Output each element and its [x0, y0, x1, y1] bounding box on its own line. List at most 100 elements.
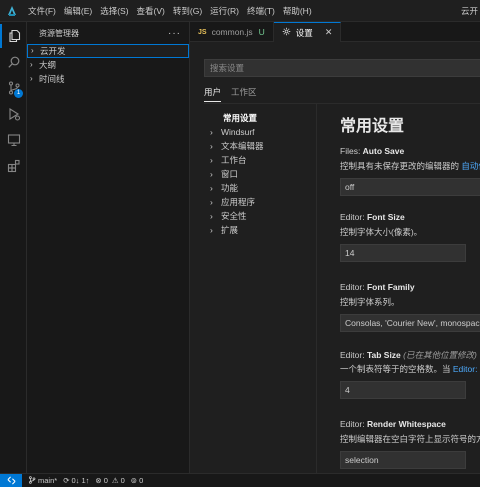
ports-count: 0	[139, 476, 144, 485]
menu-help[interactable]: 帮助(H)	[279, 0, 316, 22]
setting-link[interactable]: 自动保	[461, 161, 480, 171]
tab-size-input[interactable]: 4	[340, 381, 466, 399]
search-icon[interactable]	[0, 50, 27, 74]
setting-description: 控制具有未保存更改的编辑器的 自动保	[340, 160, 480, 172]
font-size-input[interactable]: 14	[340, 244, 466, 262]
modified-elsewhere-note: (已在其他位置修改)	[403, 350, 477, 360]
settings-editor: 搜索设置 用户 工作区 常用设置 › Windsurf › 文本编辑器 › 工作台 ›…	[190, 42, 480, 473]
gear-icon	[282, 27, 291, 38]
description-text: 控制具有未保存更改的编辑器的	[340, 161, 462, 171]
setting-description: 控制编辑器在空白字符上显示符号的方	[340, 434, 480, 444]
setting-description: 一个制表符等于的空格数。当 Editor: D	[340, 363, 480, 375]
menu-run[interactable]: 运行(R)	[206, 0, 243, 22]
chevron-right-icon: ›	[210, 183, 213, 193]
menu-view[interactable]: 查看(V)	[133, 0, 169, 22]
warning-count: 0	[120, 476, 125, 485]
setting-description: 控制字体系列。	[340, 297, 400, 307]
section-cloud-dev[interactable]: › 云开发	[27, 44, 189, 58]
chevron-right-icon: ›	[30, 74, 33, 83]
toc-label: 应用程序	[221, 197, 256, 207]
settings-list: 常用设置 Files: Auto Save 控制具有未保存更改的编辑器的 自动保…	[340, 112, 480, 469]
chevron-right-icon: ›	[31, 46, 34, 55]
toc-item-extensions[interactable]: › 扩展	[210, 223, 310, 237]
setting-name: Auto Save	[362, 146, 405, 156]
tab-common-js[interactable]: JS common.js U	[190, 22, 274, 42]
menu-go[interactable]: 转到(G)	[169, 0, 206, 22]
sync-status[interactable]: ⟳ 0↓ 1↑	[63, 476, 89, 485]
sync-counts: 0↓ 1↑	[71, 476, 90, 485]
menu-edit[interactable]: 编辑(E)	[60, 0, 96, 22]
remote-icon[interactable]	[0, 473, 22, 487]
chevron-right-icon: ›	[210, 197, 213, 207]
remote-explorer-icon[interactable]	[0, 128, 27, 152]
scm-badge: 1	[14, 89, 23, 98]
toc-item-security[interactable]: › 安全性	[210, 209, 310, 223]
scope-tabs: 用户 工作区	[204, 84, 267, 102]
toc-label: 窗口	[221, 169, 239, 179]
warning-icon: ⚠	[111, 476, 119, 485]
explorer-title: 资源管理器	[39, 28, 79, 38]
setting-render-whitespace: Editor: Render Whitespace 控制编辑器在空白字符上显示符…	[340, 419, 480, 469]
close-icon[interactable]: ✕	[325, 27, 333, 38]
setting-auto-save: Files: Auto Save 控制具有未保存更改的编辑器的 自动保 off	[340, 146, 480, 196]
toc-item-text-editor[interactable]: › 文本编辑器	[210, 139, 310, 153]
toc-label: 安全性	[221, 211, 247, 221]
toc-item-application[interactable]: › 应用程序	[210, 195, 310, 209]
chevron-right-icon: ›	[210, 225, 213, 235]
error-icon: ⊗	[95, 476, 102, 485]
toc-label: 文本编辑器	[221, 141, 264, 151]
more-actions-icon[interactable]: ···	[168, 28, 181, 39]
toc-item-features[interactable]: › 功能	[210, 181, 310, 195]
source-control-icon[interactable]: 1	[0, 76, 27, 100]
section-outline[interactable]: › 大纲	[27, 58, 189, 72]
javascript-file-icon: JS	[198, 28, 207, 36]
setting-name: Tab Size	[366, 350, 401, 360]
problems-status[interactable]: ⊗ 0 ⚠ 0	[95, 476, 124, 485]
chevron-right-icon: ›	[210, 141, 213, 151]
setting-name: Font Family	[366, 282, 415, 292]
tab-user[interactable]: 用户	[204, 84, 222, 102]
setting-name: Font Size	[366, 212, 405, 222]
explorer-sidebar: 资源管理器 ··· › 云开发 › 大纲 › 时间线	[27, 22, 190, 473]
auto-save-select[interactable]: off	[340, 178, 480, 196]
setting-title: Files: Auto Save	[340, 146, 480, 157]
setting-link[interactable]: Editor: D	[453, 364, 480, 374]
setting-name: Render Whitespace	[366, 419, 446, 429]
setting-title: Editor: Font Family	[340, 282, 480, 293]
tab-settings[interactable]: 设置 ✕	[273, 22, 342, 42]
activity-bar: 1	[0, 22, 27, 473]
tab-workspace[interactable]: 工作区	[231, 84, 257, 102]
explorer-icon[interactable]	[0, 24, 27, 48]
menu-selection[interactable]: 选择(S)	[96, 0, 132, 22]
ports-icon: ⊚	[130, 476, 138, 485]
ports-status[interactable]: ⊚ 0	[131, 476, 143, 485]
branch-status[interactable]: main*	[28, 475, 57, 486]
section-timeline[interactable]: › 时间线	[27, 72, 189, 86]
toc-item-common[interactable]: 常用设置	[210, 111, 310, 125]
toc-item-workbench[interactable]: › 工作台	[210, 153, 310, 167]
toc-label: 工作台	[221, 155, 247, 165]
render-whitespace-select[interactable]: selection	[340, 451, 466, 469]
window-title: 云开	[460, 6, 478, 16]
chevron-right-icon: ›	[210, 211, 213, 221]
toc-item-window[interactable]: › 窗口	[210, 167, 310, 181]
extensions-icon[interactable]	[0, 154, 27, 178]
setting-category: Editor:	[340, 419, 367, 429]
chevron-right-icon: ›	[30, 60, 33, 69]
untracked-status: U	[258, 27, 265, 37]
setting-title: Editor: Tab Size (已在其他位置修改)	[340, 349, 480, 360]
toc-label: 扩展	[221, 225, 239, 235]
setting-tab-size: Editor: Tab Size (已在其他位置修改) 一个制表符等于的空格数。…	[340, 349, 480, 399]
font-family-input[interactable]: Consolas, 'Courier New', monospace	[340, 314, 480, 332]
setting-category: Files:	[340, 146, 363, 156]
divider	[316, 104, 317, 473]
branch-icon	[28, 475, 36, 486]
menu-terminal[interactable]: 终端(T)	[243, 0, 279, 22]
tab-label: common.js	[211, 27, 253, 37]
settings-search-input[interactable]: 搜索设置	[204, 59, 480, 77]
setting-font-size: Editor: Font Size 控制字体大小(像素)。 14	[340, 212, 480, 262]
menu-file[interactable]: 文件(F)	[24, 0, 60, 22]
run-debug-icon[interactable]	[0, 102, 27, 126]
app-logo-icon	[0, 0, 24, 22]
toc-item-windsurf[interactable]: › Windsurf	[210, 125, 310, 139]
